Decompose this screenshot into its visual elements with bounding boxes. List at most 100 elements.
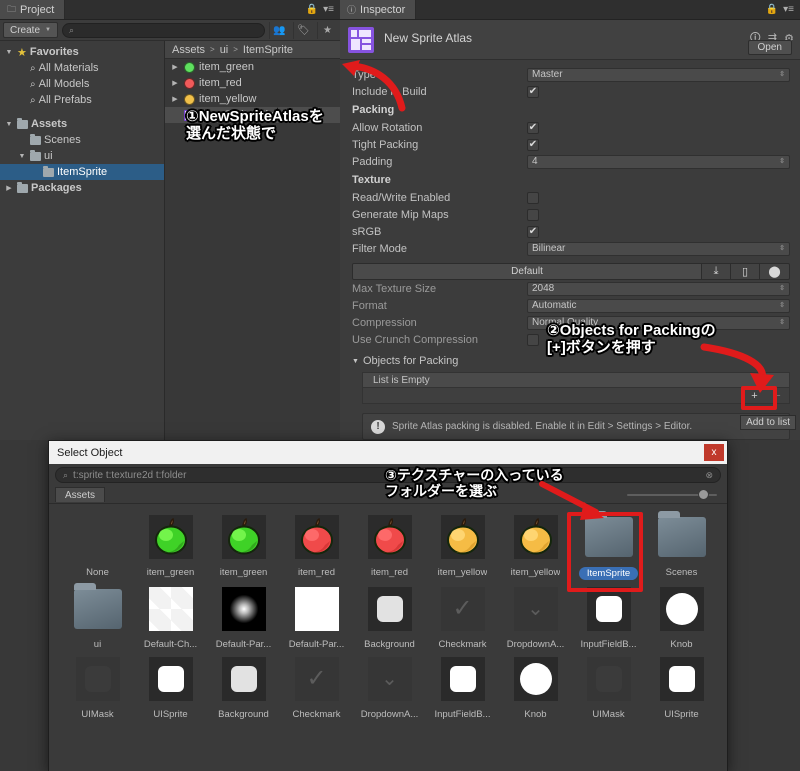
asset-row[interactable]: ▶ item_yellow [165,91,340,107]
checkbox-allow-rotation[interactable] [527,121,539,134]
create-button[interactable]: Create ▼ [3,22,58,38]
tree-item-favorites[interactable]: ▼ ★ Favorites [0,44,164,60]
tree-item-scenes[interactable]: Scenes [0,132,164,148]
chevron-right-icon[interactable]: ▶ [170,79,180,87]
close-icon[interactable]: x [704,444,724,461]
asset-grid-cell[interactable]: Background [207,652,280,720]
project-toolbar: Create ▼ ⌕ 👥 🏷 ★ [0,20,340,41]
asset-grid-cell[interactable]: Default-Ch... [134,582,207,650]
asset-grid-cell[interactable]: ItemSprite [572,510,645,580]
tree-item-all-models[interactable]: ⌕ All Models [0,76,164,92]
tab-inspector[interactable]: ⓘ Inspector [340,0,417,19]
checkbox-include-in-build[interactable] [527,85,539,98]
android-icon[interactable]: ⬤ [760,264,789,279]
asset-grid-cell[interactable]: Default-Par... [207,582,280,650]
zoom-slider-handle[interactable] [698,489,709,500]
asset-grid-cell[interactable]: Default-Par... [280,582,353,650]
tree-item-assets[interactable]: ▼ Assets [0,116,164,132]
tree-item-ui[interactable]: ▼ ui [0,148,164,164]
clear-icon[interactable]: ⊗ [705,470,713,481]
tree-item-label: Favorites [29,46,79,58]
asset-grid-cell[interactable]: UIMask [61,652,134,720]
tree-item-itemsprite[interactable]: ItemSprite [0,164,164,180]
asset-grid-cell[interactable]: item_yellow [426,510,499,580]
asset-grid-cell[interactable]: item_red [280,510,353,580]
checkbox-generate-mip-maps[interactable] [527,208,539,221]
mask-square-thumbnail [71,652,125,706]
asset-grid-cell[interactable]: ⌄ DropdownA... [353,652,426,720]
tree-item-packages[interactable]: ▶ Packages [0,180,164,196]
asset-grid-cell[interactable]: Knob [499,652,572,720]
asset-grid-cell-label: Knob [524,709,547,720]
asset-grid-cell[interactable]: item_yellow [499,510,572,580]
tab-assets[interactable]: Assets [55,487,106,502]
asset-row[interactable]: ▶ item_red [165,75,340,91]
dropdown-padding[interactable]: 4 ⇳ [527,154,790,169]
hamburger-menu-icon[interactable]: ▾≡ [783,4,794,15]
lock-icon[interactable]: 🔒 [306,4,318,15]
rounded-square-thumbnail [363,582,417,636]
dropdown-type[interactable]: Master ⇳ [527,67,790,82]
asset-grid-cell[interactable]: item_green [207,510,280,580]
asset-grid-cell[interactable]: ui [61,582,134,650]
breadcrumb-item[interactable]: ui [220,44,229,56]
sprite-icon [184,61,195,73]
chevron-right-icon[interactable]: ▶ [170,95,180,103]
chevron-right-icon[interactable]: ▶ [4,184,14,192]
platform-tab-default[interactable]: Default [353,264,702,279]
checkbox-use-crunch-compression[interactable] [527,333,539,346]
checkbox-tight-packing[interactable] [527,138,539,151]
asset-grid-cell[interactable]: UIMask [572,652,645,720]
asset-grid-cell-label: None [86,567,109,578]
label-icon[interactable]: 🏷 [293,21,313,39]
folder-icon [17,117,28,129]
chevron-down-icon[interactable]: ▼ [17,153,27,160]
people-icon[interactable]: 👥 [269,21,289,39]
checkbox-srgb[interactable] [527,225,539,238]
add-object-button[interactable]: + [743,389,766,403]
asset-grid-cell[interactable]: Scenes [645,510,718,580]
desktop-icon[interactable]: ⤓ [702,264,731,279]
remove-object-button[interactable]: − [766,389,789,403]
asset-grid-cell[interactable]: UISprite [645,652,718,720]
warning-icon: ! [371,419,385,434]
breadcrumb-item[interactable]: ItemSprite [243,44,293,56]
asset-grid-cell[interactable]: Knob [645,582,718,650]
dropdown-format[interactable]: Automatic ⇳ [527,298,790,313]
chevron-down-icon: ⌄ [509,582,563,636]
zoom-slider[interactable] [627,489,717,501]
dropdown-filter-mode[interactable]: Bilinear ⇳ [527,241,790,256]
asset-grid-cell[interactable]: InputFieldB... [426,652,499,720]
breadcrumb-item[interactable]: Assets [172,44,205,56]
asset-grid-cell[interactable]: ✓ Checkmark [280,652,353,720]
sprite-thumbnail [217,510,271,564]
asset-grid-cell-label: item_green [219,567,268,578]
asset-row-label: item_green [199,61,255,73]
ios-icon[interactable]: ▯ [731,264,760,279]
tree-item-all-materials[interactable]: ⌕ All Materials [0,60,164,76]
asset-grid-cell[interactable]: item_green [134,510,207,580]
lock-icon[interactable]: 🔒 [766,4,778,15]
chevron-right-icon[interactable]: ▶ [170,63,180,71]
favorite-star-icon[interactable]: ★ [317,21,337,39]
asset-grid-cell[interactable]: None [61,510,134,580]
chevron-down-icon[interactable]: ▼ [4,121,14,128]
open-button[interactable]: Open [747,40,792,55]
tab-project[interactable]: 🗀 Project [0,0,66,19]
asset-grid-cell[interactable]: ⌄ DropdownA... [499,582,572,650]
asset-grid-cell-label: InputFieldB... [434,709,491,720]
asset-grid-cell[interactable]: item_red [353,510,426,580]
tree-item-all-prefabs[interactable]: ⌕ All Prefabs [0,92,164,108]
project-search-input[interactable]: ⌕ [61,22,265,38]
asset-grid-cell[interactable]: UISprite [134,652,207,720]
tree-item-label: All Materials [38,62,99,74]
dialog-search-value: t:sprite t:texture2d t:folder [73,469,187,481]
asset-row[interactable]: ▶ item_green [165,59,340,75]
asset-grid-cell[interactable]: ✓ Checkmark [426,582,499,650]
dropdown-max-texture-size[interactable]: 2048 ⇳ [527,281,790,296]
hamburger-menu-icon[interactable]: ▾≡ [323,4,334,15]
chevron-down-icon[interactable]: ▼ [4,49,14,56]
asset-grid-cell[interactable]: InputFieldB... [572,582,645,650]
checkbox-read-write-enabled[interactable] [527,191,539,204]
asset-grid-cell[interactable]: Background [353,582,426,650]
